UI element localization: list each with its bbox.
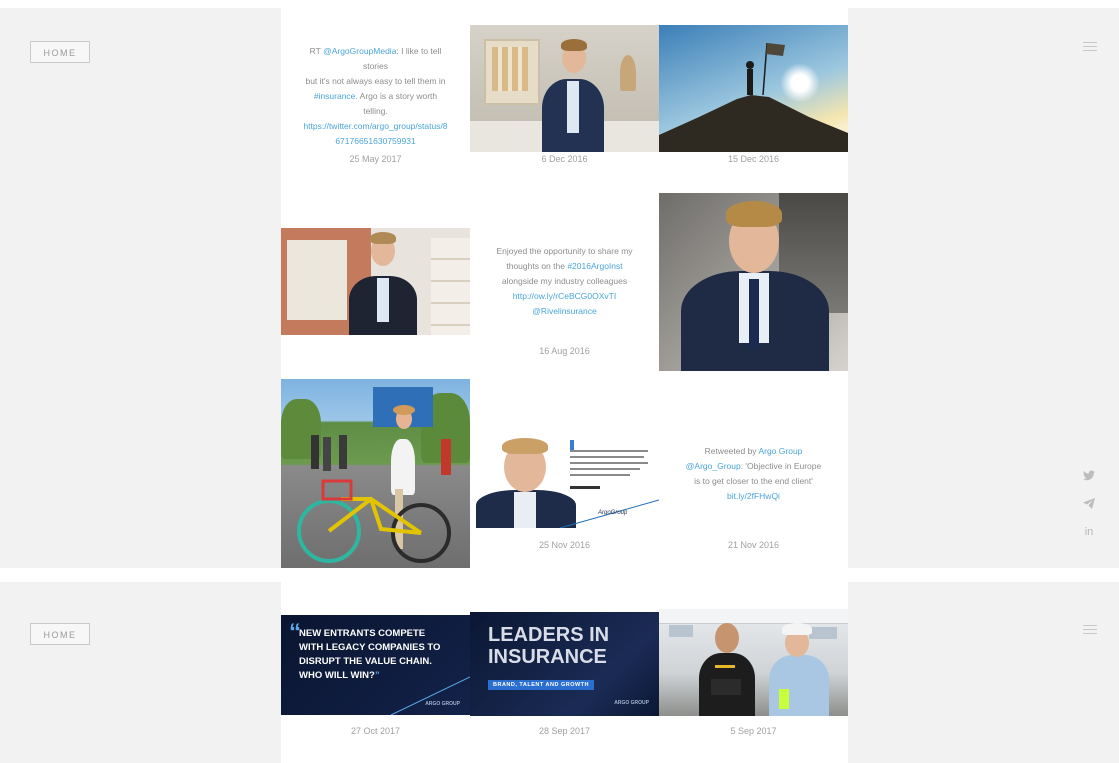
tweet-tile[interactable]: RT @ArgoGroupMedia: I like to tell stori… [281, 8, 470, 184]
feed-panel-top: HOME in RT @ArgoGroupMedia: I like to te… [0, 8, 1119, 568]
tweet-text-run: RT [309, 46, 324, 56]
tweet-text: Enjoyed the opportunity to share my thou… [488, 244, 641, 319]
card-brand: ARGO GROUP [425, 701, 460, 707]
tweet-text-run: thoughts on the [506, 261, 568, 271]
hashtag-link[interactable]: #insurance [314, 91, 356, 101]
quote-card-image: ArgoGroup [470, 434, 659, 528]
tweet-text-run: telling. [363, 106, 388, 116]
social-links: in [1081, 470, 1097, 554]
card-subline: BRAND, TALENT AND GROWTH [488, 680, 595, 690]
post-date: 25 May 2017 [349, 154, 402, 164]
tweet-text: RT @ArgoGroupMedia: I like to tell stori… [299, 44, 452, 149]
hamburger-menu-icon[interactable] [1083, 41, 1097, 53]
tweet-link[interactable]: @ArgoGroupMedia [323, 46, 396, 56]
post-date: 15 Dec 2016 [727, 154, 780, 164]
tweet-url-link[interactable]: http://ow.ly/rCeBCG0OXvTI [513, 291, 616, 301]
tweet-text-run: : 'Objective in Europe [740, 461, 822, 471]
photo-tent-event [659, 609, 848, 716]
card-brand: ARGO GROUP [614, 700, 649, 706]
twitter-icon[interactable] [1081, 470, 1097, 488]
post-date: 5 Sep 2017 [730, 726, 777, 736]
tweet-text-run: is to get closer to the end client' [694, 476, 813, 486]
card-headline-line: LEADERS IN [488, 624, 610, 646]
home-button[interactable]: HOME [30, 623, 90, 645]
image-card-tile[interactable]: “ NEW ENTRANTS COMPETE WITH LEGACY COMPA… [281, 582, 470, 763]
home-button[interactable]: HOME [30, 41, 90, 63]
linkedin-icon[interactable]: in [1081, 526, 1097, 544]
tweet-text-run: Retweeted by [704, 446, 759, 456]
photo-bicycle-campus [281, 379, 470, 568]
tweet-text-run: Enjoyed the opportunity to share my [496, 246, 633, 256]
post-date: 27 Oct 2017 [350, 726, 401, 736]
tweet-text-run: . Argo is a story worth [355, 91, 438, 101]
tweet-url-link[interactable]: bit.ly/2fFHwQi [727, 491, 780, 501]
tweet-tile[interactable]: Retweeted by Argo Group @Argo_Group: 'Ob… [659, 378, 848, 568]
post-date: 25 Nov 2016 [538, 540, 591, 550]
tweet-url-link[interactable]: https://twitter.com/argo_group/status/8 [303, 121, 447, 131]
tweet-tile[interactable]: Enjoyed the opportunity to share my thou… [470, 184, 659, 378]
image-card-tile[interactable]: LEADERS IN INSURANCE BRAND, TALENT AND G… [470, 582, 659, 763]
photo-tile[interactable]: 5 Sep 2017 [659, 582, 848, 763]
card-headline-line: INSURANCE [488, 646, 607, 668]
photo-tile[interactable]: 6 Dec 2016 [470, 8, 659, 184]
tweet-text-run: alongside my industry colleagues [501, 276, 628, 286]
tweet-text-run: but it's not always easy to tell them in [305, 76, 446, 86]
photo-tile[interactable] [659, 184, 848, 378]
photo-tile[interactable] [281, 378, 470, 568]
new-entrants-card: “ NEW ENTRANTS COMPETE WITH LEGACY COMPA… [281, 615, 470, 715]
feed-panel-bottom: HOME “ NEW ENTRANTS COMPETE WITH LEGACY … [0, 582, 1119, 763]
photo-tile[interactable] [281, 184, 470, 378]
quote-card-tile[interactable]: ArgoGroup 25 Nov 2016 [470, 378, 659, 568]
quote-card-brand: ArgoGroup [598, 510, 628, 516]
post-date: 28 Sep 2017 [538, 726, 591, 736]
paper-plane-icon[interactable] [1081, 498, 1097, 516]
photo-portrait-gallery [470, 25, 659, 152]
photo-mountain-flag [659, 25, 848, 152]
hamburger-menu-icon[interactable] [1083, 624, 1097, 636]
photo-office-speaker [281, 228, 470, 335]
feed-grid: “ NEW ENTRANTS COMPETE WITH LEGACY COMPA… [281, 582, 848, 763]
retweet-author-link[interactable]: Argo Group [758, 446, 802, 456]
post-date: 6 Dec 2016 [541, 154, 588, 164]
mention-link[interactable]: @Rivelinsurance [532, 306, 596, 316]
leaders-card: LEADERS IN INSURANCE BRAND, TALENT AND G… [470, 612, 659, 716]
photo-executive-portrait [659, 193, 848, 371]
photo-tile[interactable]: 15 Dec 2016 [659, 8, 848, 184]
tweet-url-link[interactable]: 67176651630759931 [335, 136, 415, 146]
mention-link[interactable]: @Argo_Group [686, 461, 741, 471]
feed-grid: RT @ArgoGroupMedia: I like to tell stori… [281, 8, 848, 568]
card-headline: LEADERS IN INSURANCE [488, 624, 609, 668]
hashtag-link[interactable]: #2016ArgoInst [567, 261, 622, 271]
tweet-text: Retweeted by Argo Group @Argo_Group: 'Ob… [677, 444, 830, 504]
post-date: 21 Nov 2016 [727, 540, 780, 550]
post-date: 16 Aug 2016 [539, 346, 590, 356]
